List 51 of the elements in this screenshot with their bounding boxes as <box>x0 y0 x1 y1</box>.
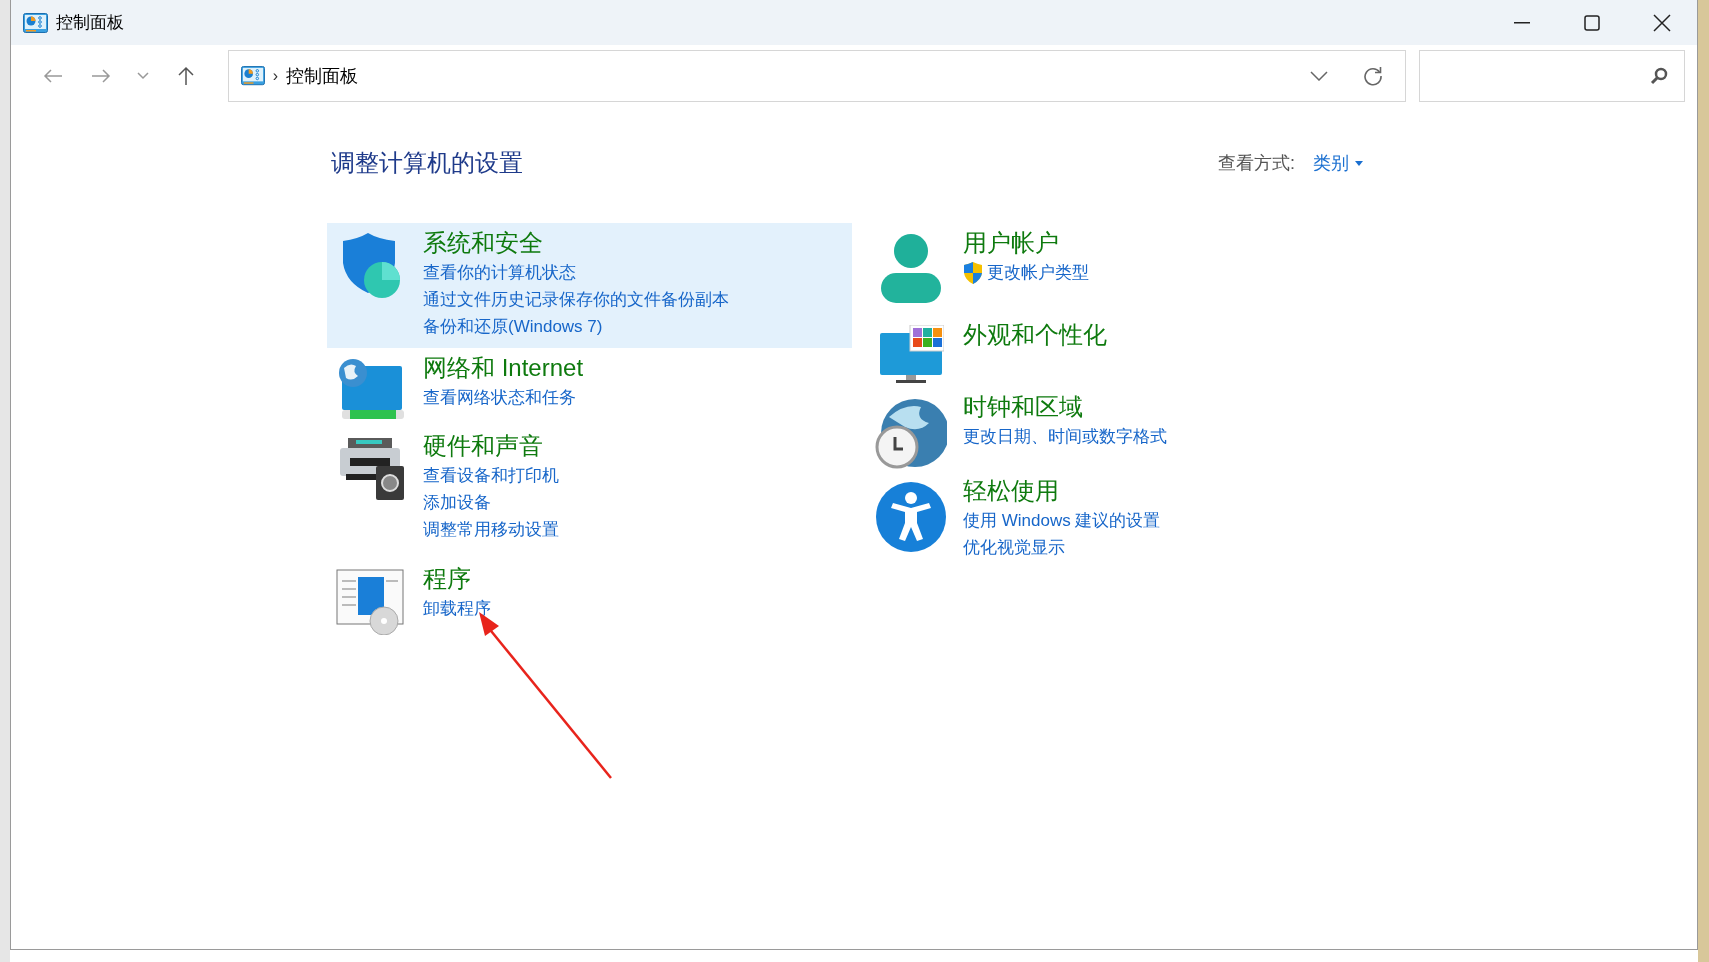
view-by-dropdown[interactable]: 类别 <box>1313 151 1363 175</box>
caret-icon <box>1355 160 1363 166</box>
category-title[interactable]: 时钟和区域 <box>963 391 1083 423</box>
chevron-down-icon <box>1309 71 1328 81</box>
category-link[interactable]: 添加设备 <box>423 489 491 516</box>
category-item[interactable]: 用户帐户 更改帐户类型 <box>867 223 1407 313</box>
chevron-down-icon <box>137 72 150 80</box>
breadcrumb[interactable]: 控制面板 <box>286 64 359 88</box>
search-icon <box>1650 67 1668 85</box>
category-link[interactable]: 更改帐户类型 <box>987 259 1089 286</box>
category-title[interactable]: 系统和安全 <box>423 227 543 259</box>
category-title[interactable]: 硬件和声音 <box>423 430 543 462</box>
maximize-icon <box>1584 14 1600 31</box>
category-link[interactable]: 卸载程序 <box>423 595 491 622</box>
user-icon <box>878 233 944 305</box>
category-link[interactable]: 备份和还原(Windows 7) <box>423 313 603 340</box>
category-title[interactable]: 外观和个性化 <box>963 319 1107 351</box>
category-title[interactable]: 用户帐户 <box>963 227 1059 259</box>
category-link[interactable]: 使用 Windows 建议的设置 <box>963 507 1161 534</box>
program-window-icon <box>336 569 406 635</box>
window-title: 控制面板 <box>56 12 124 34</box>
category-item[interactable]: 程序 卸载程序 <box>327 559 852 643</box>
category-link[interactable]: 优化视觉显示 <box>963 534 1065 561</box>
globe-clock-icon <box>875 397 947 469</box>
printer-speaker-icon <box>338 436 404 502</box>
monitor-tiles-icon <box>878 325 944 385</box>
category-title[interactable]: 程序 <box>423 563 471 595</box>
category-link[interactable]: 更改日期、时间或数字格式 <box>963 423 1167 450</box>
view-by-label: 查看方式: <box>1218 152 1295 175</box>
address-bar[interactable]: › 控制面板 <box>227 50 1406 102</box>
category-link[interactable]: 通过文件历史记录保存你的文件备份副本 <box>423 286 729 313</box>
up-arrow-icon <box>176 66 195 86</box>
shield-icon <box>963 261 983 284</box>
control-panel-icon <box>23 12 48 33</box>
page-heading: 调整计算机的设置 <box>331 148 523 178</box>
breadcrumb-separator: › <box>272 67 279 85</box>
forward-arrow-icon <box>90 68 111 84</box>
category-link[interactable]: 调整常用移动设置 <box>423 516 559 543</box>
category-link[interactable]: 查看设备和打印机 <box>423 462 559 489</box>
control-panel-icon <box>240 66 265 86</box>
minimize-icon <box>1514 21 1530 24</box>
accessibility-icon <box>875 481 947 553</box>
category-title[interactable]: 轻松使用 <box>963 475 1059 507</box>
category-link[interactable]: 查看网络状态和任务 <box>423 384 576 411</box>
category-link[interactable]: 查看你的计算机状态 <box>423 259 576 286</box>
back-arrow-icon <box>42 68 63 84</box>
category-title[interactable]: 网络和 Internet <box>423 352 584 384</box>
category-item[interactable]: 系统和安全 查看你的计算机状态 通过文件历史记录保存你的文件备份副本 备份和还原(Windows 7) <box>327 223 852 348</box>
search-field[interactable] <box>1418 50 1685 102</box>
refresh-icon <box>1362 66 1383 86</box>
close-icon <box>1653 13 1671 32</box>
